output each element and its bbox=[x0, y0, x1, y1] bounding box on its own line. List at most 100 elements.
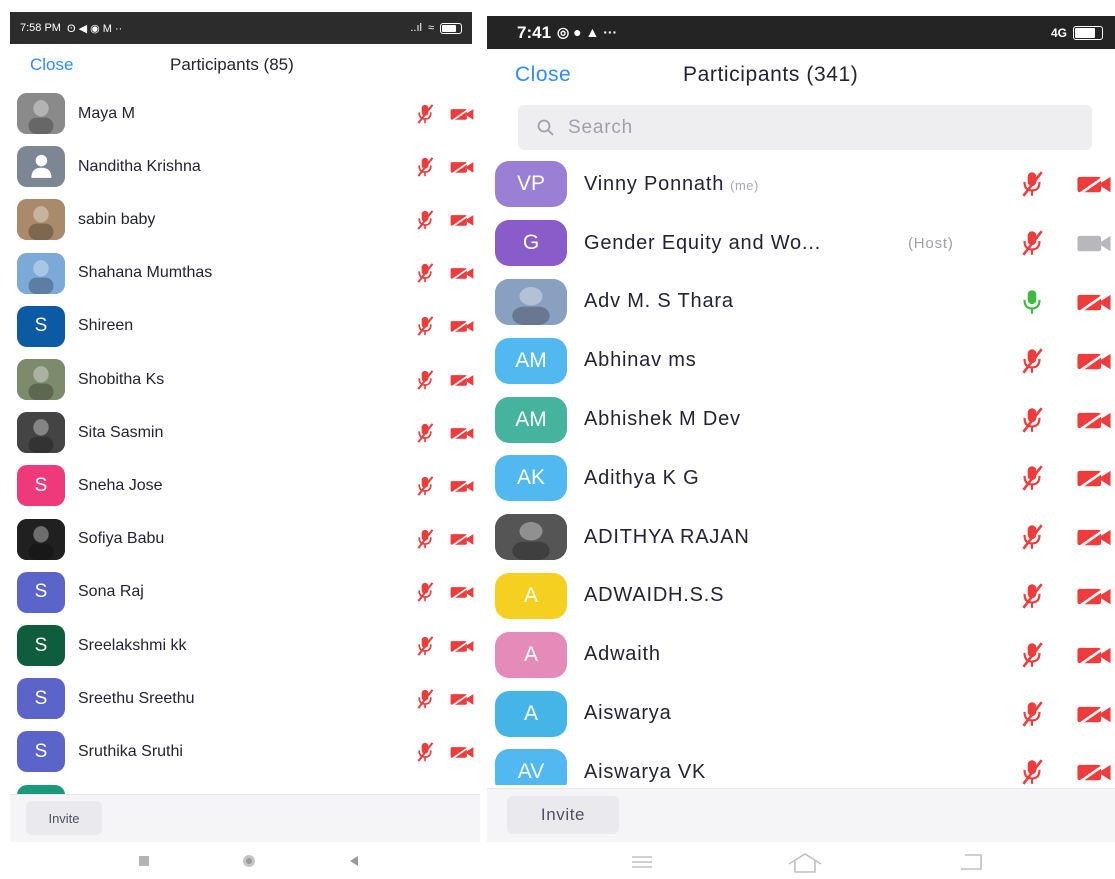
invite-button[interactable]: Invite bbox=[26, 801, 102, 835]
home-nav-icon[interactable] bbox=[236, 851, 262, 871]
mic-muted-icon[interactable] bbox=[1017, 638, 1047, 672]
mic-muted-icon[interactable] bbox=[413, 632, 437, 660]
participant-row[interactable]: AM Abhishek M Dev bbox=[487, 390, 1115, 449]
mic-muted-icon[interactable] bbox=[1017, 697, 1047, 731]
back-nav-icon[interactable] bbox=[957, 851, 989, 873]
mic-muted-icon[interactable] bbox=[413, 100, 437, 128]
video-off-icon[interactable] bbox=[448, 369, 476, 391]
participant-row[interactable]: AK Adithya K G bbox=[487, 449, 1115, 508]
video-off-icon[interactable] bbox=[448, 156, 476, 178]
participant-row[interactable]: Adv M. S Thara bbox=[487, 273, 1115, 332]
video-off-icon[interactable] bbox=[448, 209, 476, 231]
mic-muted-icon[interactable] bbox=[1017, 461, 1047, 495]
participant-row[interactable]: Shobitha Ks bbox=[0, 353, 480, 406]
video-off-icon[interactable] bbox=[1073, 759, 1115, 785]
mic-muted-icon[interactable] bbox=[413, 472, 437, 500]
video-off-icon[interactable] bbox=[448, 741, 476, 763]
mic-muted-icon[interactable] bbox=[413, 578, 437, 606]
participant-row[interactable]: S Sreelakshmi kk bbox=[0, 619, 480, 672]
mic-muted-icon[interactable] bbox=[1017, 403, 1047, 437]
avatar-initials: A bbox=[523, 701, 538, 725]
participant-row[interactable]: S Sruthika Sruthi bbox=[0, 725, 480, 778]
mic-muted-icon[interactable] bbox=[1017, 755, 1047, 785]
mic-muted-icon[interactable] bbox=[413, 259, 437, 287]
video-off-icon[interactable] bbox=[448, 635, 476, 657]
system-navbar bbox=[0, 845, 480, 879]
participant-row[interactable]: A ADWAIDH.S.S bbox=[487, 567, 1115, 626]
participant-row[interactable]: A Aiswarya bbox=[487, 684, 1115, 743]
mic-muted-icon[interactable] bbox=[413, 525, 437, 553]
video-off-icon[interactable] bbox=[448, 103, 476, 125]
video-off-icon[interactable] bbox=[1073, 701, 1115, 727]
avatar: S bbox=[17, 305, 65, 347]
video-off-icon[interactable] bbox=[448, 581, 476, 603]
mic-muted-icon[interactable] bbox=[1017, 579, 1047, 613]
participant-list[interactable]: VP Vinny Ponnath (me) G Gender Equity and W… bbox=[487, 155, 1115, 785]
avatar-initials: S bbox=[34, 687, 48, 709]
mic-muted-icon[interactable] bbox=[1017, 344, 1047, 378]
close-button[interactable]: Close bbox=[30, 55, 73, 75]
invite-button[interactable]: Invite bbox=[507, 796, 619, 834]
menu-nav-icon[interactable] bbox=[627, 851, 657, 873]
participant-row[interactable]: AM Abhinav ms bbox=[487, 331, 1115, 390]
video-off-icon[interactable] bbox=[1073, 465, 1115, 491]
video-icon[interactable] bbox=[1073, 230, 1115, 256]
search-input[interactable]: Search bbox=[518, 105, 1092, 150]
participant-row[interactable]: Maya M bbox=[0, 87, 480, 140]
video-off-icon[interactable] bbox=[1073, 171, 1115, 197]
mic-muted-icon[interactable] bbox=[413, 312, 437, 340]
right-screen: 7:41 ◎ ● ▲ ··· 4G Close Participants (34… bbox=[487, 0, 1115, 879]
video-off-icon[interactable] bbox=[1073, 348, 1115, 374]
participant-row[interactable]: G Gender Equity and Wo... (Host) bbox=[487, 214, 1115, 273]
avatar bbox=[495, 278, 567, 325]
video-off-icon[interactable] bbox=[1073, 642, 1115, 668]
participant-row[interactable]: A Adwaith bbox=[487, 625, 1115, 684]
avatar-initials: A bbox=[523, 583, 538, 607]
mic-muted-icon[interactable] bbox=[413, 153, 437, 181]
video-off-icon[interactable] bbox=[448, 475, 476, 497]
participant-row[interactable]: S Sreethu Sreethu bbox=[0, 672, 480, 725]
participant-row[interactable]: Shahana Mumthas bbox=[0, 247, 480, 300]
home-nav-icon[interactable] bbox=[785, 851, 825, 875]
participant-list[interactable]: Maya M Nanditha Krishna sabin baby Shaha… bbox=[0, 82, 480, 794]
video-off-icon[interactable] bbox=[448, 422, 476, 444]
participant-row[interactable] bbox=[0, 779, 480, 794]
mic-on-icon[interactable] bbox=[1017, 285, 1047, 319]
mic-muted-icon[interactable] bbox=[413, 685, 437, 713]
participant-name: Nanditha Krishna bbox=[78, 157, 201, 175]
participant-name: Abhishek M Dev bbox=[584, 408, 741, 431]
mic-muted-icon[interactable] bbox=[1017, 520, 1047, 554]
participant-row[interactable]: AV Aiswarya VK bbox=[487, 743, 1115, 785]
video-off-icon[interactable] bbox=[1073, 289, 1115, 315]
participant-row[interactable]: S Shireen bbox=[0, 300, 480, 353]
video-off-icon[interactable] bbox=[448, 315, 476, 337]
battery-icon bbox=[1073, 25, 1103, 40]
participant-row[interactable]: S Sona Raj bbox=[0, 566, 480, 619]
system-navbar bbox=[487, 845, 1115, 879]
video-off-icon[interactable] bbox=[448, 688, 476, 710]
mic-muted-icon[interactable] bbox=[413, 366, 437, 394]
participant-name: Vinny Ponnath (me) bbox=[584, 172, 759, 195]
recents-nav-icon[interactable] bbox=[134, 851, 154, 871]
video-off-icon[interactable] bbox=[1073, 583, 1115, 609]
participant-row[interactable]: S Sneha Jose bbox=[0, 459, 480, 512]
avatar: A bbox=[495, 631, 567, 678]
participant-row[interactable]: Sofiya Babu bbox=[0, 513, 480, 566]
video-off-icon[interactable] bbox=[448, 528, 476, 550]
participant-name: Aiswarya bbox=[584, 702, 672, 725]
video-off-icon[interactable] bbox=[1073, 407, 1115, 433]
participant-row[interactable]: VP Vinny Ponnath (me) bbox=[487, 155, 1115, 214]
mic-muted-icon[interactable] bbox=[413, 419, 437, 447]
mic-muted-icon[interactable] bbox=[1017, 167, 1047, 201]
mic-muted-icon[interactable] bbox=[413, 738, 437, 766]
participant-row[interactable]: sabin baby bbox=[0, 193, 480, 246]
close-button[interactable]: Close bbox=[515, 63, 571, 87]
participant-row[interactable]: Sita Sasmin bbox=[0, 406, 480, 459]
video-off-icon[interactable] bbox=[1073, 524, 1115, 550]
video-off-icon[interactable] bbox=[448, 262, 476, 284]
participant-row[interactable]: Nanditha Krishna bbox=[0, 140, 480, 193]
participant-row[interactable]: ADITHYA RAJAN bbox=[487, 508, 1115, 567]
mic-muted-icon[interactable] bbox=[413, 206, 437, 234]
back-nav-icon[interactable] bbox=[344, 851, 364, 871]
mic-muted-icon[interactable] bbox=[1017, 226, 1047, 260]
